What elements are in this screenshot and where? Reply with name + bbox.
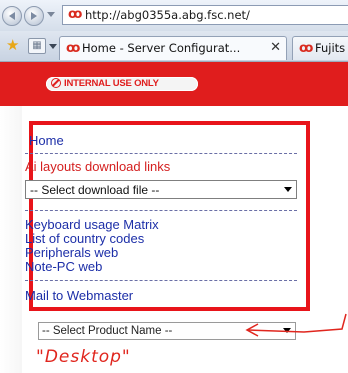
separator bbox=[25, 210, 297, 211]
product-select-value: -- Select Product Name -- bbox=[42, 325, 173, 337]
ai-layouts-link[interactable]: Ai layouts download links bbox=[25, 160, 170, 174]
tab-label: Home - Server Configurat... bbox=[82, 41, 241, 55]
separator bbox=[25, 280, 297, 281]
tab-bar: ★ ▦ ꝏ Home - Server Configurat... ✕ ꝏ Fu… bbox=[0, 31, 348, 62]
badge-label: INTERNAL USE ONLY bbox=[64, 78, 159, 89]
tab-label: Fujits bbox=[315, 41, 346, 55]
address-bar[interactable]: ꝏ http://abg0355a.abg.fsc.net/ bbox=[62, 5, 348, 25]
note-pc-web-link[interactable]: Note-PC web bbox=[25, 260, 102, 274]
annotation-arrow-icon bbox=[245, 313, 347, 337]
keyboard-usage-matrix-link[interactable]: Keyboard usage Matrix bbox=[25, 218, 159, 232]
navigation-box: Home bbox=[29, 121, 310, 311]
back-icon[interactable] bbox=[2, 6, 22, 26]
close-icon[interactable]: ✕ bbox=[270, 40, 281, 55]
site-favicon-icon: ꝏ bbox=[299, 41, 314, 56]
site-favicon-icon: ꝏ bbox=[68, 7, 83, 22]
download-file-select[interactable]: -- Select download file -- bbox=[25, 180, 297, 199]
tab-list-dropdown-icon[interactable] bbox=[49, 44, 57, 49]
internal-use-badge: INTERNAL USE ONLY bbox=[46, 77, 198, 91]
download-select-value: -- Select download file -- bbox=[30, 183, 160, 197]
prohibited-icon bbox=[51, 78, 61, 88]
tab-home-server-configuration[interactable]: ꝏ Home - Server Configurat... ✕ bbox=[59, 36, 287, 60]
desktop-annotation: "Desktop" bbox=[36, 347, 131, 367]
star-icon[interactable]: ★ bbox=[6, 38, 19, 53]
site-favicon-icon: ꝏ bbox=[66, 41, 81, 56]
separator bbox=[25, 153, 297, 154]
tab-fujitsu[interactable]: ꝏ Fujits bbox=[292, 36, 348, 60]
left-gutter bbox=[0, 106, 22, 373]
country-codes-link[interactable]: List of country codes bbox=[25, 232, 144, 246]
forward-icon[interactable] bbox=[24, 6, 44, 26]
mail-to-webmaster-link[interactable]: Mail to Webmaster bbox=[25, 289, 133, 303]
home-link[interactable]: Home bbox=[29, 134, 64, 148]
peripherals-web-link[interactable]: Peripherals web bbox=[25, 246, 118, 260]
grid-icon[interactable]: ▦ bbox=[28, 38, 46, 54]
chevron-down-icon bbox=[284, 187, 292, 192]
history-dropdown-icon[interactable] bbox=[47, 12, 55, 17]
url-text[interactable]: http://abg0355a.abg.fsc.net/ bbox=[85, 8, 250, 22]
browser-navigation-bar: ꝏ http://abg0355a.abg.fsc.net/ bbox=[0, 0, 348, 31]
